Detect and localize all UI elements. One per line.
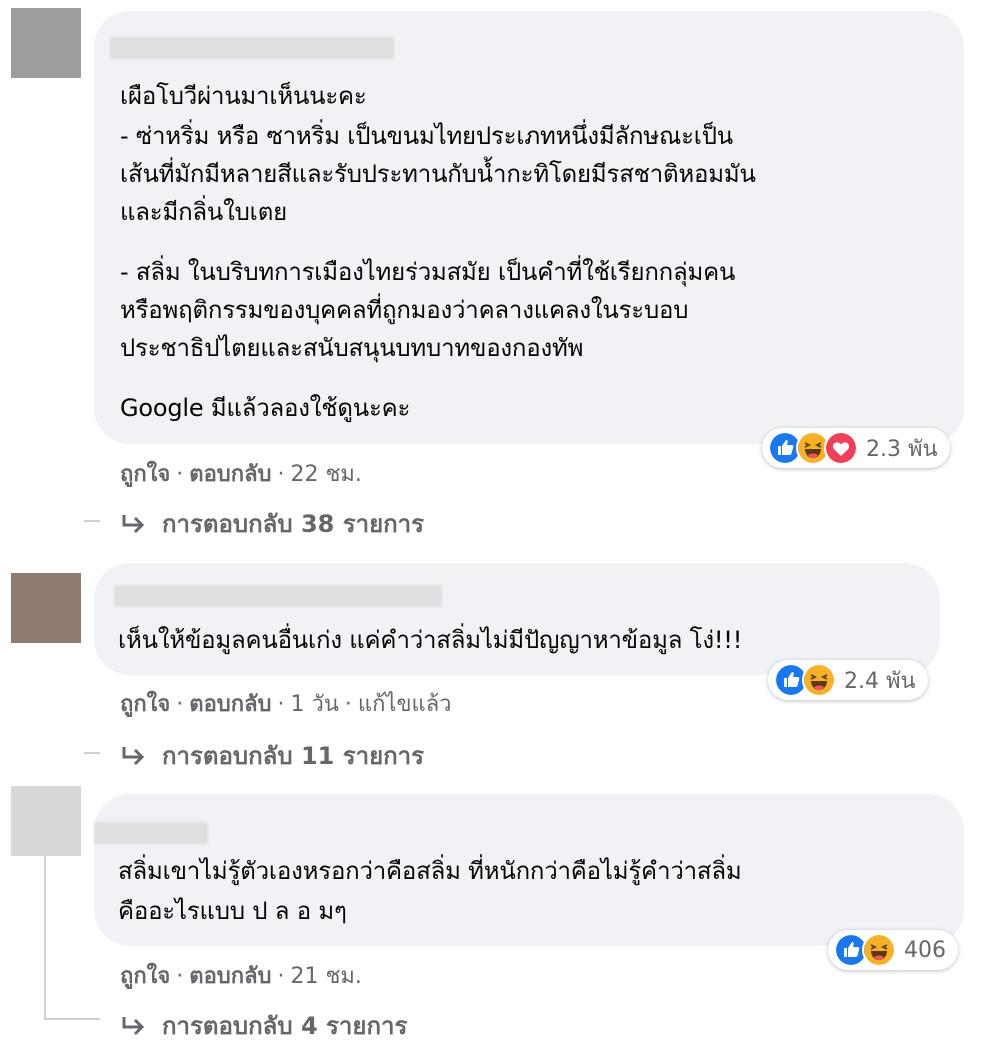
commenter-name[interactable] xyxy=(94,822,208,844)
thread-line xyxy=(84,520,100,522)
view-replies-link[interactable]: การตอบกลับ 38 รายการ xyxy=(120,504,424,543)
commenter-name[interactable] xyxy=(114,585,442,607)
avatar[interactable] xyxy=(11,573,81,643)
like-button[interactable]: ถูกใจ xyxy=(120,964,170,989)
reaction-summary[interactable]: 2.3 พัน xyxy=(762,428,950,468)
reaction-summary[interactable]: 2.4 พัน xyxy=(768,660,928,700)
comment-bubble: เผือโบวีผ่านมาเห็นนะคะ - ซ่าหริ่ม หรือ ซ… xyxy=(94,11,964,444)
reaction-summary[interactable]: 406 xyxy=(828,930,958,970)
comment-text: - สลิ่ม ในบริบทการเมืองไทยร่วมสมัย เป็นค… xyxy=(120,258,736,286)
comment-text: สลิ่มเขาไม่รู้ตัวเองหรอกว่าคือสลิ่ม ที่ห… xyxy=(118,857,742,885)
edited-label: แก้ไขแล้ว xyxy=(357,692,452,717)
reaction-count: 2.3 พัน xyxy=(866,436,938,462)
comment-actions: ถูกใจ · ตอบกลับ · 21 ชม. xyxy=(120,964,362,989)
comment-text: เส้นที่มักมีหลายสีและรับประทานกับน้ำกะทิ… xyxy=(120,160,756,188)
comment-text: หรือพฤติกรรมของบุคคลที่ถูกมองว่าคลางแคลง… xyxy=(120,296,689,324)
comment-text: เห็นให้ข้อมูลคนอื่นเก่ง แค่คำว่าสลิ่มไม่… xyxy=(118,626,743,654)
reaction-count: 406 xyxy=(904,937,946,963)
comment-text: - ซ่าหริ่ม หรือ ซาหริ่ม เป็นขนมไทยประเภท… xyxy=(120,122,734,150)
comment-text: ประชาธิปไตยและสนับสนุนบทบาทของกองทัพ xyxy=(120,334,584,362)
avatar[interactable] xyxy=(11,8,81,78)
reply-button[interactable]: ตอบกลับ xyxy=(189,462,271,487)
timestamp[interactable]: 21 ชม. xyxy=(291,964,362,989)
reaction-count: 2.4 พัน xyxy=(844,668,916,694)
view-replies-link[interactable]: การตอบกลับ 11 รายการ xyxy=(120,736,424,775)
comment-bubble: เห็นให้ข้อมูลคนอื่นเก่ง แค่คำว่าสลิ่มไม่… xyxy=(94,563,940,675)
reply-button[interactable]: ตอบกลับ xyxy=(189,964,271,989)
haha-icon xyxy=(862,933,896,967)
timestamp[interactable]: 1 วัน xyxy=(291,692,339,717)
love-icon xyxy=(824,431,858,465)
view-replies-link[interactable]: การตอบกลับ 4 รายการ xyxy=(120,1006,407,1045)
comment-actions: ถูกใจ · ตอบกลับ · 22 ชม. xyxy=(120,462,362,487)
timestamp[interactable]: 22 ชม. xyxy=(291,462,362,487)
comment-bubble: สลิ่มเขาไม่รู้ตัวเองหรอกว่าคือสลิ่ม ที่ห… xyxy=(94,794,964,946)
avatar[interactable] xyxy=(11,786,81,856)
reply-button[interactable]: ตอบกลับ xyxy=(189,692,271,717)
like-button[interactable]: ถูกใจ xyxy=(120,692,170,717)
like-button[interactable]: ถูกใจ xyxy=(120,462,170,487)
reply-arrow-icon xyxy=(122,746,145,765)
haha-icon xyxy=(802,663,836,697)
commenter-name[interactable] xyxy=(110,37,394,59)
thread-line xyxy=(44,855,46,1020)
reply-arrow-icon xyxy=(122,1016,145,1035)
comment-text: และมีกลิ่นใบเตย xyxy=(120,198,287,226)
comment-text: Google มีแล้วลองใช้ดูนะคะ xyxy=(120,394,411,422)
comment-actions: ถูกใจ · ตอบกลับ · 1 วัน · แก้ไขแล้ว xyxy=(120,692,452,717)
thread-line xyxy=(44,1018,100,1020)
thread-line xyxy=(84,752,100,754)
comment-text: คืออะไรแบบ ป ล อ มๆ xyxy=(118,897,347,925)
comment-text: เผือโบวีผ่านมาเห็นนะคะ xyxy=(120,82,367,110)
reply-arrow-icon xyxy=(122,514,145,533)
